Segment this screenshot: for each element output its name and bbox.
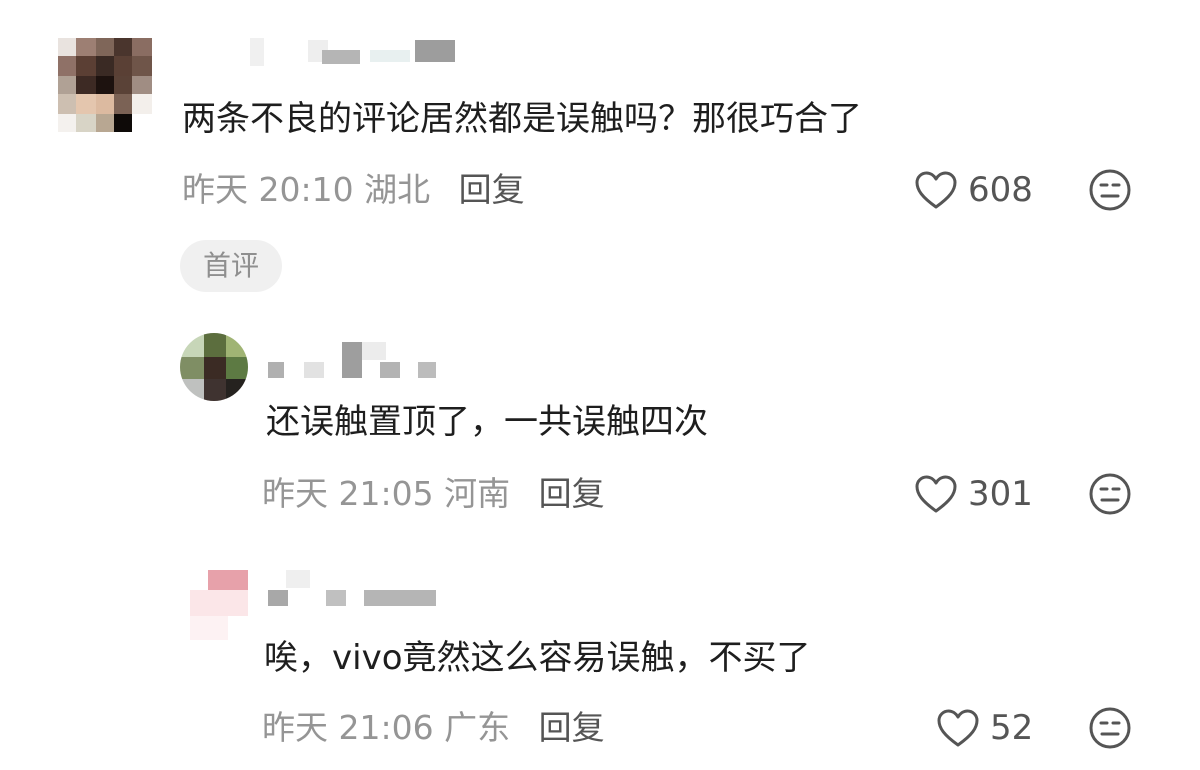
reply-text: 还误触置顶了，一共误触四次 <box>266 402 708 442</box>
reply-button[interactable]: 回复 <box>539 708 605 747</box>
like-button[interactable]: 608 <box>914 168 1033 212</box>
like-button[interactable]: 52 <box>936 706 1033 750</box>
heart-outline-icon <box>915 475 957 513</box>
comment-location: 湖北 <box>364 170 431 209</box>
neutral-face-icon[interactable] <box>1088 706 1132 750</box>
replier-avatar[interactable] <box>180 333 248 401</box>
commenter-avatar[interactable] <box>58 38 152 132</box>
reply-location: 河南 <box>444 474 511 513</box>
like-count: 608 <box>968 170 1033 210</box>
heart-outline-icon <box>915 171 957 209</box>
first-comment-badge: 首评 <box>180 240 282 292</box>
reply-button[interactable]: 回复 <box>539 474 605 513</box>
commenter-name-masked[interactable] <box>250 36 460 70</box>
reply-location: 广东 <box>444 708 511 747</box>
comment-text: 两条不良的评论居然都是误触吗？那很巧合了 <box>182 99 862 139</box>
replier-name-masked[interactable] <box>268 570 448 606</box>
neutral-face-icon[interactable] <box>1088 472 1132 516</box>
heart-outline-icon <box>937 709 979 747</box>
neutral-face-icon[interactable] <box>1088 168 1132 212</box>
like-button[interactable]: 301 <box>914 472 1033 516</box>
reply-button[interactable]: 回复 <box>459 170 525 209</box>
replier-name-masked[interactable] <box>268 342 448 378</box>
comment-time: 昨天 20:10 <box>182 170 354 209</box>
like-count: 301 <box>968 474 1033 514</box>
comment-meta: 昨天 20:10 湖北 回复 <box>182 168 525 212</box>
reply-meta: 昨天 21:06 广东 回复 <box>262 706 605 750</box>
replier-avatar[interactable] <box>190 570 248 640</box>
like-count: 52 <box>990 708 1034 748</box>
reply-time: 昨天 21:06 <box>262 708 434 747</box>
reply-meta: 昨天 21:05 河南 回复 <box>262 472 605 516</box>
reply-text: 唉，vivo竟然这么容易误触，不买了 <box>264 638 811 678</box>
reply-time: 昨天 21:05 <box>262 474 434 513</box>
